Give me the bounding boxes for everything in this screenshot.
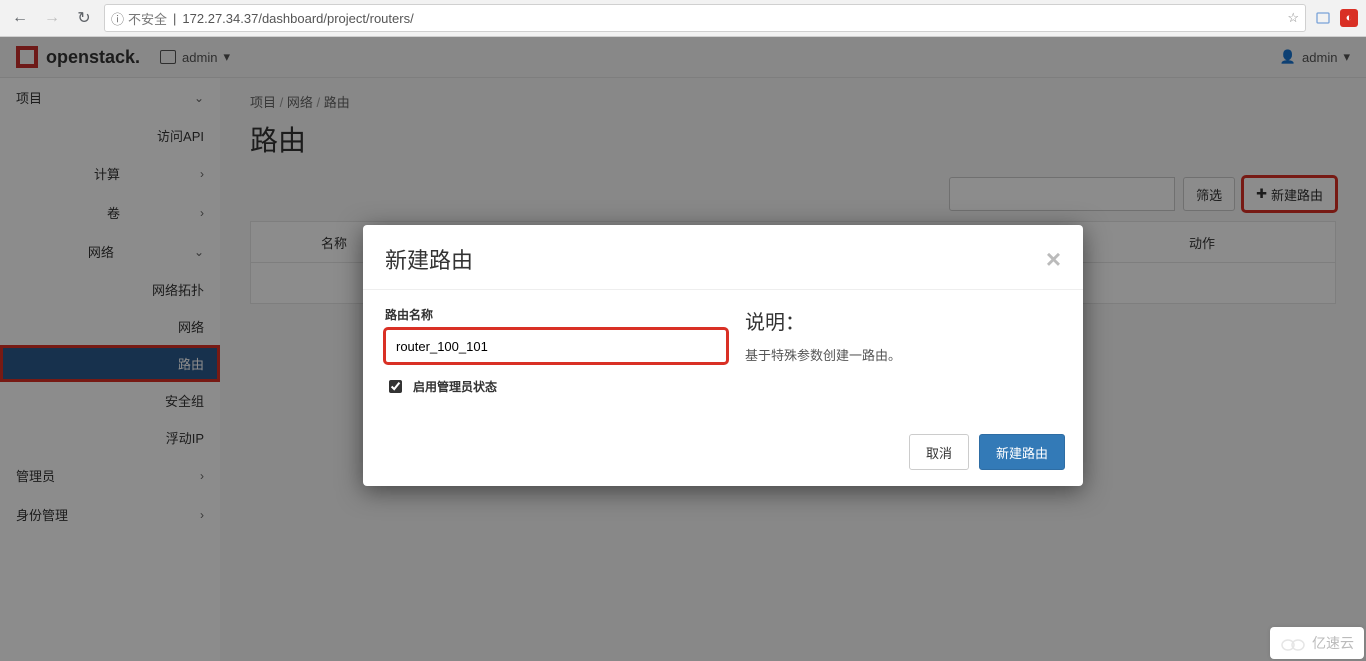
name-label: 路由名称 [385,306,727,323]
extension-icon-2[interactable]: ◐ [1340,9,1358,27]
router-name-input[interactable] [385,329,727,363]
browser-toolbar: ← → ↻ ⓘ 不安全 | 172.27.34.37/dashboard/pro… [0,0,1366,37]
back-button[interactable]: ← [8,6,32,30]
url-bar[interactable]: ⓘ 不安全 | 172.27.34.37/dashboard/project/r… [104,4,1306,32]
watermark: 亿速云 [1270,627,1364,659]
close-icon[interactable]: × [1046,244,1061,275]
admin-state-checkbox[interactable] [389,380,402,393]
modal-title: 新建路由 [385,243,473,275]
cancel-button[interactable]: 取消 [909,434,969,470]
extension-icon-1[interactable] [1314,9,1332,27]
insecure-icon: ⓘ 不安全 [111,9,167,28]
url-text: 172.27.34.37/dashboard/project/routers/ [182,11,413,26]
help-text: 基于特殊参数创建一路由。 [745,345,1061,364]
reload-button[interactable]: ↻ [72,6,96,30]
admin-state-label: 启用管理员状态 [413,378,497,395]
forward-button[interactable]: → [40,6,64,30]
create-router-modal: 新建路由 × 路由名称 启用管理员状态 说明： 基于特殊参数创建一路由。 [363,225,1083,486]
help-title: 说明： [745,306,1061,335]
bookmark-star-icon[interactable]: ☆ [1287,10,1299,26]
submit-button[interactable]: 新建路由 [979,434,1065,470]
